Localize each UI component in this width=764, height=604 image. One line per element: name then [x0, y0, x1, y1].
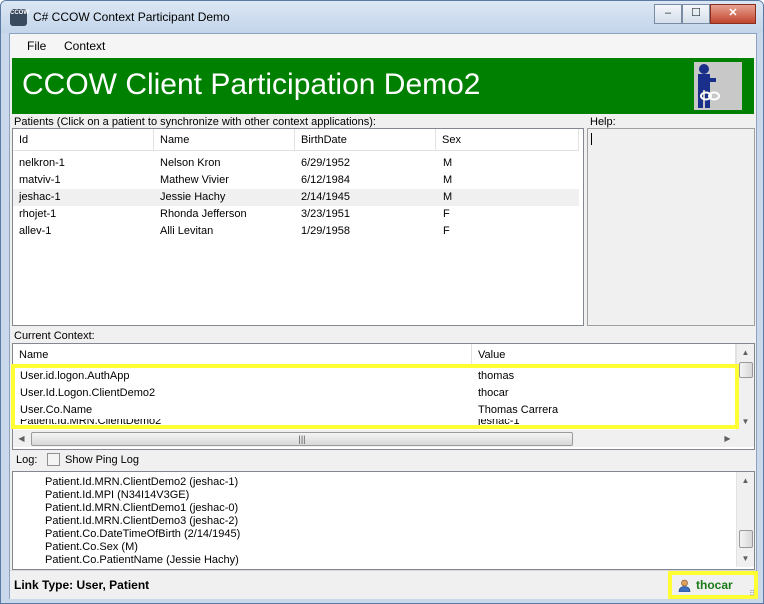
patient-id: rhojet-1	[19, 208, 57, 220]
app-icon-text: CCOW	[10, 10, 29, 16]
patient-sex: M	[443, 174, 453, 186]
banner-title: CCOW Client Participation Demo2	[22, 68, 481, 101]
patient-sex: F	[443, 225, 450, 237]
patient-sex: F	[443, 208, 450, 220]
scroll-up-icon[interactable]: ▲	[737, 472, 754, 489]
log-vscrollbar[interactable]: ▲ ▼	[736, 472, 754, 567]
title-bar[interactable]: CCOW C# CCOW Context Participant Demo ‒ …	[1, 1, 763, 33]
patient-id: allev-1	[19, 225, 52, 237]
patient-row[interactable]: nelkron-1 Nelson Kron 6/29/1952 M	[13, 155, 579, 172]
window-title: C# CCOW Context Participant Demo	[33, 10, 230, 24]
client-area: File Context CCOW Client Participation D…	[9, 33, 758, 599]
context-col-value[interactable]: Value	[472, 344, 736, 366]
context-hscrollbar[interactable]: ◀ ||| ▶	[13, 430, 736, 447]
patient-birthdate: 6/29/1952	[301, 157, 350, 169]
log-line: Patient.Id.MRN.ClientDemo2 (jeshac-1)	[45, 476, 239, 488]
patients-label: Patients (Click on a patient to synchron…	[14, 116, 376, 128]
log-line: Patient.Co.PatientName (Jessie Hachy)	[45, 554, 239, 566]
patient-birthdate: 1/29/1958	[301, 225, 350, 237]
patients-list[interactable]: Id Name BirthDate Sex nelkron-1 Nelson K…	[12, 128, 584, 326]
help-box[interactable]	[587, 128, 755, 326]
user-name: thocar	[696, 578, 733, 592]
patient-id: nelkron-1	[19, 157, 65, 169]
ccow-logo-icon	[694, 62, 742, 110]
scroll-thumb[interactable]	[739, 362, 753, 378]
scroll-up-icon[interactable]: ▲	[737, 344, 754, 361]
app-window: CCOW C# CCOW Context Participant Demo ‒ …	[0, 0, 764, 604]
menu-context[interactable]: Context	[64, 39, 105, 53]
patient-name: Alli Levitan	[160, 225, 214, 237]
log-line: Patient.Id.MRN.ClientDemo3 (jeshac-2)	[45, 515, 239, 527]
menu-file[interactable]: File	[27, 39, 46, 53]
patient-row-selected[interactable]: jeshac-1 Jessie Hachy 2/14/1945 M	[13, 189, 579, 206]
patient-name: Jessie Hachy	[160, 191, 226, 203]
context-col-name[interactable]: Name	[13, 344, 472, 366]
show-ping-label[interactable]: Show Ping Log	[65, 454, 139, 466]
scroll-corner	[736, 430, 754, 447]
log-line: Patient.Id.MRN.ClientDemo1 (jeshac-0)	[45, 502, 239, 514]
patient-birthdate: 2/14/1945	[301, 191, 350, 203]
user-icon	[678, 579, 691, 592]
patient-row[interactable]: rhojet-1 Rhonda Jefferson 3/23/1951 F	[13, 206, 579, 223]
scroll-right-icon[interactable]: ▶	[719, 430, 736, 447]
patient-name: Rhonda Jefferson	[160, 208, 247, 220]
maximize-button[interactable]: ☐	[682, 4, 710, 24]
patient-id: jeshac-1	[19, 191, 61, 203]
hscroll-thumb[interactable]: |||	[31, 432, 573, 446]
scroll-left-icon[interactable]: ◀	[13, 430, 30, 447]
user-badge[interactable]: thocar	[668, 571, 758, 599]
log-box[interactable]: Patient.Id.MRN.ClientDemo2 (jeshac-1) Pa…	[12, 471, 755, 570]
patients-col-birthdate[interactable]: BirthDate	[295, 129, 436, 151]
log-line: Patient.Id.MPI (N34I14V3GE)	[45, 489, 190, 501]
text-caret	[591, 133, 592, 145]
help-label: Help:	[590, 116, 616, 128]
patient-row[interactable]: matviv-1 Mathew Vivier 6/12/1984 M	[13, 172, 579, 189]
patient-id: matviv-1	[19, 174, 61, 186]
resize-grip-icon[interactable]: ⠿	[749, 589, 755, 598]
current-context-label: Current Context:	[14, 330, 95, 342]
patients-col-sex[interactable]: Sex	[436, 129, 579, 151]
patient-name: Mathew Vivier	[160, 174, 229, 186]
link-type-status: Link Type: User, Patient	[14, 578, 150, 592]
app-icon: CCOW	[10, 9, 29, 26]
status-bar: Link Type: User, Patient thocar ⠿	[10, 570, 758, 599]
patient-sex: M	[443, 157, 453, 169]
log-line: Patient.Co.DateTimeOfBirth (2/14/1945)	[45, 528, 241, 540]
scroll-thumb[interactable]	[739, 530, 753, 548]
window-controls: ‒ ☐ ✕	[654, 4, 756, 24]
context-highlight-box	[11, 364, 739, 429]
patient-birthdate: 3/23/1951	[301, 208, 350, 220]
patient-birthdate: 6/12/1984	[301, 174, 350, 186]
scroll-down-icon[interactable]: ▼	[737, 550, 754, 567]
patient-sex: M	[443, 191, 453, 203]
patients-col-id[interactable]: Id	[13, 129, 154, 151]
show-ping-checkbox[interactable]	[47, 453, 60, 466]
scroll-down-icon[interactable]: ▼	[737, 413, 754, 430]
patient-row[interactable]: allev-1 Alli Levitan 1/29/1958 F	[13, 223, 579, 240]
minimize-button[interactable]: ‒	[654, 4, 682, 24]
close-button[interactable]: ✕	[710, 4, 756, 24]
log-label: Log:	[16, 454, 38, 466]
menu-bar: File Context	[10, 34, 756, 58]
banner: CCOW Client Participation Demo2	[12, 58, 754, 114]
patients-col-name[interactable]: Name	[154, 129, 295, 151]
patient-name: Nelson Kron	[160, 157, 221, 169]
log-line: Patient.Co.Sex (M)	[45, 541, 138, 553]
